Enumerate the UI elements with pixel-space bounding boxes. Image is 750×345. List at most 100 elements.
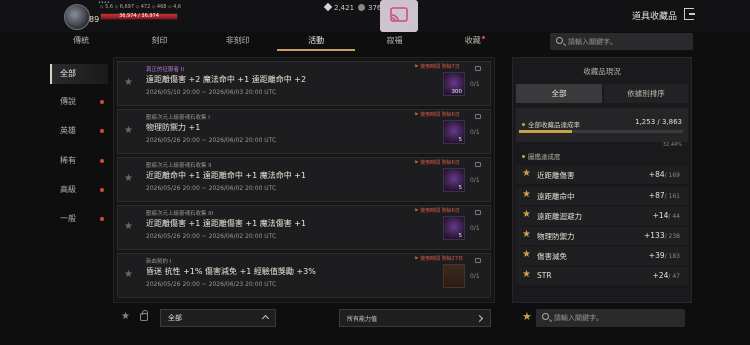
nav-item-common[interactable]: 一般 <box>50 209 108 229</box>
nav-item-rare[interactable]: 稀有 <box>50 151 108 171</box>
page-title: 道具收藏品 <box>632 12 678 22</box>
effect-row: ★ 近距離傷害 +84/ 169 <box>516 166 688 184</box>
cast-icon <box>390 7 408 22</box>
coin-icon <box>358 4 365 11</box>
collection-card[interactable]: ★ 獸痕次元上級靈魂石收集 I 物理防禦力 +1 2026/05/26 20:0… <box>117 109 491 154</box>
effect-row: ★ 物理防禦力 +133/ 238 <box>516 227 688 245</box>
effect-name: 遠距離迴避力 <box>537 212 582 221</box>
tab-engraved[interactable]: 刻印 <box>120 33 198 51</box>
nav-item-advanced[interactable]: 高級 <box>50 180 108 200</box>
effect-name: 傷害減免 <box>537 252 567 261</box>
item-thumbnail[interactable]: 5 <box>443 120 465 144</box>
item-thumbnail[interactable] <box>443 264 465 288</box>
achievement-percent: 32.44% <box>662 142 682 148</box>
achievement-value: 1,253 / 3,863 <box>635 118 682 126</box>
bullet-icon <box>522 155 525 158</box>
effect-value: +39/ 183 <box>648 251 680 260</box>
hp-bar: 36,974 / 36,974 <box>100 13 178 20</box>
star-icon: ★ <box>522 168 531 179</box>
collection-progress: 0/1 <box>470 177 480 184</box>
level-label: 89 <box>89 15 100 24</box>
status-tab-all[interactable]: 全部 <box>516 84 602 103</box>
effect-value: +133/ 238 <box>644 231 680 240</box>
time-limit-badge: ⚑ 使用時間 剩餘7日 <box>414 64 460 70</box>
currency-diamond: 2,421 <box>323 2 355 12</box>
search-input-top[interactable] <box>568 35 686 48</box>
effect-value: +14/ 44 <box>652 211 680 220</box>
bullet-icon <box>522 123 525 126</box>
tab-traditional[interactable]: 傳統 <box>42 33 120 51</box>
item-count: 5 <box>458 137 463 143</box>
collection-card[interactable]: ★ 真正的征服者 II 遠距離傷害 +2 魔法命中 +1 遠距離命中 +2 20… <box>117 61 491 106</box>
favorite-star-icon[interactable]: ★ <box>124 269 133 280</box>
effect-value: +84/ 169 <box>648 170 680 179</box>
tab-blessing[interactable]: 寂福 <box>355 33 433 51</box>
tab-event[interactable]: 活動 <box>276 33 356 51</box>
avatar[interactable] <box>64 4 90 30</box>
cast-button[interactable] <box>380 0 418 32</box>
time-limit-badge: ⚑ 使用時間 剩餘27日 <box>414 256 464 262</box>
collection-progress: 0/1 <box>470 225 480 232</box>
effect-row: ★ 遠距離迴避力 +14/ 44 <box>516 207 688 225</box>
collection-card[interactable]: ★ 獸痕次元上級靈魂石收集 II 近距離命中 +1 遠距離命中 +1 魔法命中 … <box>117 157 491 202</box>
bookmark-icon <box>475 114 481 119</box>
bookmark-icon <box>475 210 481 215</box>
collection-card[interactable]: ★ 獸痕次元上級靈魂石收集 III 近距離傷害 +1 遠距離傷害 +1 魔法傷害… <box>117 205 491 250</box>
lock-icon[interactable] <box>140 310 148 321</box>
effect-name: 遠距離命中 <box>537 192 575 201</box>
effect-row: ★ STR +24/ 47 <box>516 267 688 285</box>
item-thumbnail[interactable]: 300 <box>443 72 465 96</box>
effect-name: STR <box>537 271 552 280</box>
tab-non-engraved[interactable]: 非刻印 <box>199 33 277 51</box>
collection-card[interactable]: ★ 新血契約 I 昏迷 抗性 +1% 傷害減免 +1 經驗值獎勵 +3% 202… <box>117 253 491 298</box>
nav-item-all[interactable]: 全部 <box>50 64 108 84</box>
collection-name: 近距離傷害 +1 遠距離傷害 +1 魔法傷害 +1 <box>146 219 307 228</box>
nav-item-heroic[interactable]: 英雄 <box>50 121 108 141</box>
diamond-icon <box>323 2 333 12</box>
achievement-progress-bar <box>519 130 683 133</box>
notification-dot <box>100 100 104 104</box>
notification-dot <box>482 36 486 39</box>
collection-category: 真正的征服者 II <box>146 67 184 73</box>
collection-progress: 0/1 <box>470 129 480 136</box>
nav-item-legendary[interactable]: 傳說 <box>50 92 108 112</box>
notification-dot <box>100 217 104 221</box>
star-icon: ★ <box>522 249 531 260</box>
collection-category: 獸痕次元上級靈魂石收集 III <box>146 211 214 217</box>
achievement-label: 全部收藏品達成率 <box>522 119 580 129</box>
character-stats: ⬦ 5,6 ⬦ 6,697 ⬦ 472 ⬦ 468 ⬦ 4,6 <box>100 4 182 10</box>
favorite-star-icon[interactable]: ★ <box>124 77 133 88</box>
item-thumbnail[interactable]: 5 <box>443 216 465 240</box>
collection-category: 獸痕次元上級靈魂石收集 I <box>146 115 210 121</box>
favorite-filter-star-icon[interactable]: ★ <box>121 311 130 322</box>
hp-text: 36,974 / 36,974 <box>119 13 159 19</box>
collection-period: 2026/05/26 20:00 ~ 2026/06/02 20:00 UTC <box>146 185 277 192</box>
bookmark-icon <box>475 258 481 263</box>
favorite-star-icon[interactable]: ★ <box>124 221 133 232</box>
grade-dropdown-value: 全部 <box>168 314 182 322</box>
item-thumbnail[interactable]: 5 <box>443 168 465 192</box>
tab-collection[interactable]: 收藏 <box>434 33 512 51</box>
stat-filter-button[interactable]: 所有能力值 <box>339 309 491 327</box>
effect-row: ★ 遠距離命中 +87/ 161 <box>516 187 688 205</box>
status-tab-sort[interactable]: 依據別排序 <box>604 84 688 103</box>
search-box-top <box>550 33 693 50</box>
collection-period: 2026/05/26 20:00 ~ 2026/06/02 20:00 UTC <box>146 137 277 144</box>
grade-dropdown[interactable]: 全部 <box>160 309 276 327</box>
collection-period: 2026/05/26 20:00 ~ 2026/06/02 20:00 UTC <box>146 233 277 240</box>
favorite-star-icon[interactable]: ★ <box>124 173 133 184</box>
search-icon <box>542 313 549 320</box>
collection-category: 獸痕次元上級靈魂石收集 II <box>146 163 212 169</box>
favorite-star-icon[interactable]: ★ <box>522 310 532 323</box>
collection-list: ★ 真正的征服者 II 遠距離傷害 +2 魔法命中 +1 遠距離命中 +2 20… <box>113 57 495 303</box>
search-input-bottom[interactable] <box>554 311 672 324</box>
collection-name: 物理防禦力 +1 <box>146 123 201 132</box>
collection-progress: 0/1 <box>470 81 480 88</box>
star-icon: ★ <box>522 189 531 200</box>
favorite-star-icon[interactable]: ★ <box>124 125 133 136</box>
notification-dot <box>100 129 104 133</box>
currency-diamond-value: 2,421 <box>334 4 355 12</box>
notification-dot <box>100 188 104 192</box>
collection-category: 新血契約 I <box>146 259 172 265</box>
exit-icon[interactable] <box>684 8 695 20</box>
